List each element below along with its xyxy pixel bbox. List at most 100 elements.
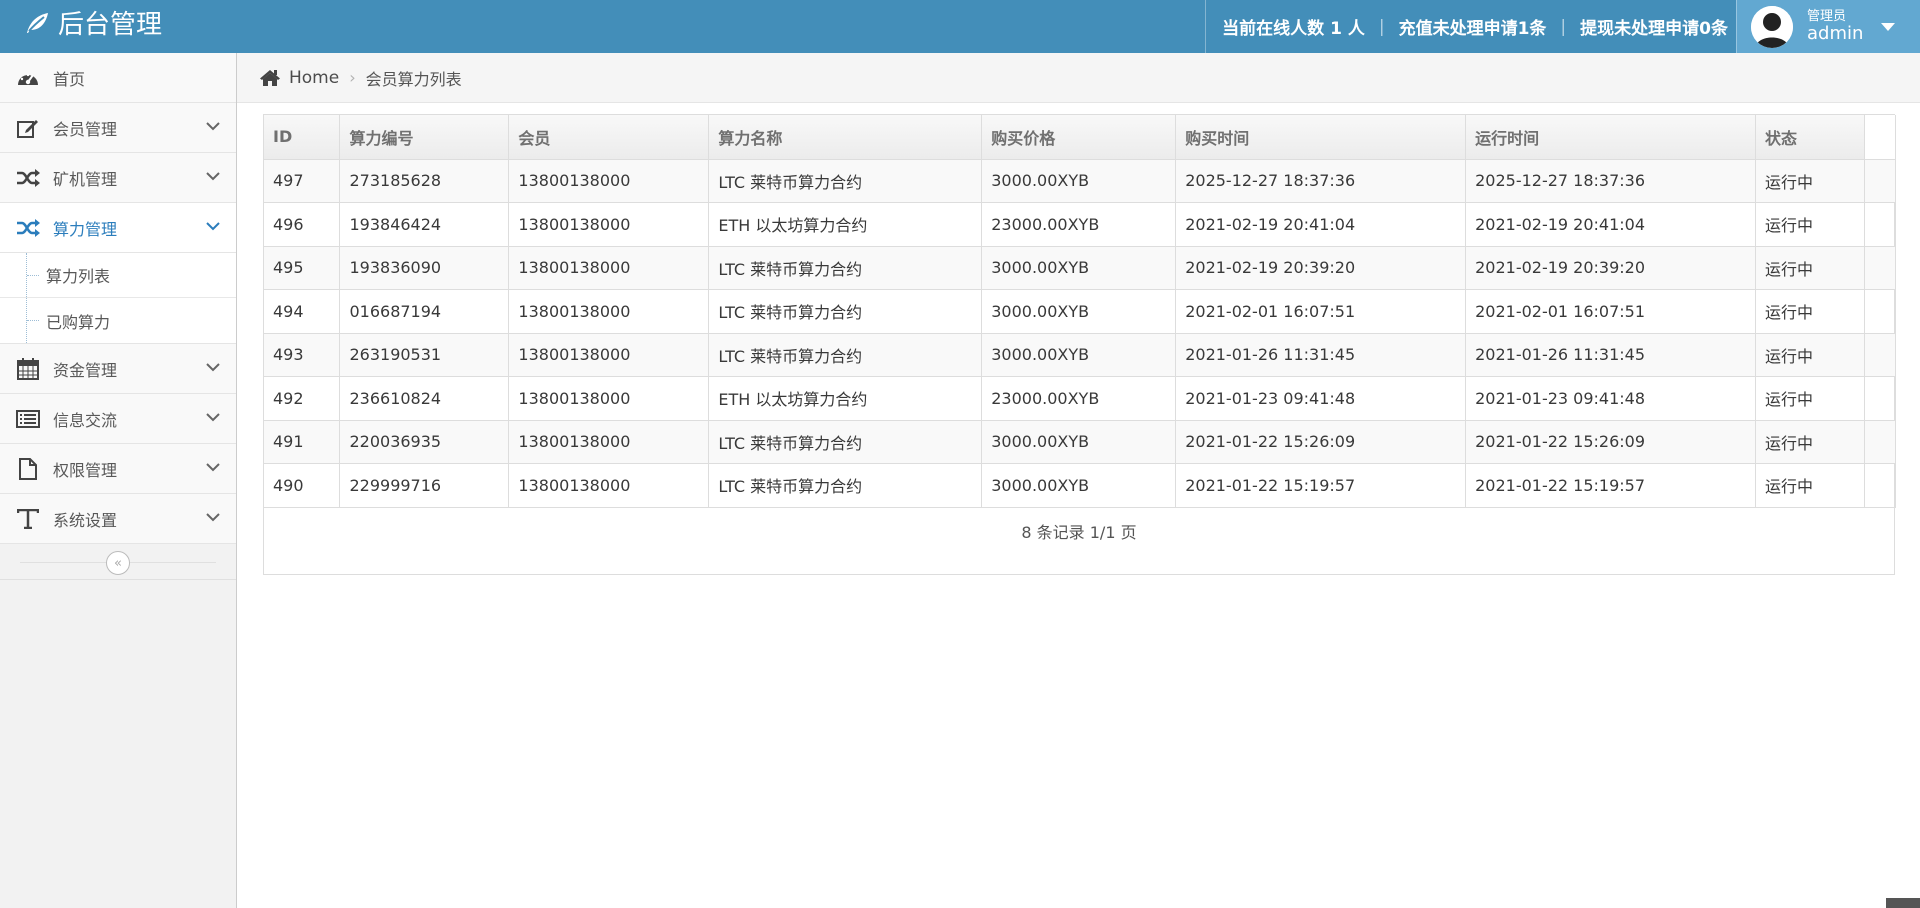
cell-hashrate-no: 263190531 <box>339 332 510 377</box>
table-header-row: ID 算力编号 会员 算力名称 购买价格 购买时间 运行时间 状态 <box>264 115 1897 160</box>
cell-run-time: 2021-02-19 20:41:04 <box>1465 202 1756 247</box>
user-role: 管理员 <box>1807 9 1847 24</box>
user-avatar-icon <box>1751 5 1793 48</box>
column-header-run-time[interactable]: 运行时间 <box>1465 115 1756 160</box>
cell-status: 运行中 <box>1754 245 1865 290</box>
brand[interactable]: 后台管理 <box>24 0 162 45</box>
chevron-down-icon <box>206 513 220 522</box>
cell-member: 13800138000 <box>508 376 710 421</box>
hashrate-table: ID 算力编号 会员 算力名称 购买价格 购买时间 运行时间 状态 497 273… <box>264 115 1897 508</box>
shuffle-icon <box>15 217 41 239</box>
chevron-down-icon <box>206 172 220 181</box>
cell-run-time: 2025-12-27 18:37:36 <box>1465 158 1756 203</box>
cell-run-time: 2021-02-01 16:07:51 <box>1465 289 1756 334</box>
sidebar-item-members[interactable]: 会员管理 <box>0 103 236 153</box>
table-row[interactable]: 492 236610824 13800138000 ETH 以太坊算力合约 23000.… <box>264 376 1897 421</box>
table-row[interactable]: 490 229999716 13800138000 LTC 莱特币算力合约 3000.0… <box>264 463 1897 508</box>
cell-id: 495 <box>264 245 341 290</box>
cell-hashrate-no: 236610824 <box>339 376 510 421</box>
cell-id: 494 <box>264 289 341 334</box>
table-row[interactable]: 497 273185628 13800138000 LTC 莱特币算力合约 3000.0… <box>264 158 1897 203</box>
sidebar-item-home[interactable]: 首页 <box>0 53 236 103</box>
cell-purchase-time: 2021-02-19 20:39:20 <box>1175 245 1467 290</box>
calendar-icon <box>15 357 41 380</box>
chevron-down-icon <box>206 413 220 422</box>
sidebar-item-label: 资金管理 <box>53 360 118 380</box>
cell-status: 运行中 <box>1754 419 1865 464</box>
cell-hashrate-name: LTC 莱特币算力合约 <box>708 332 983 377</box>
avatar <box>1751 5 1793 48</box>
scroll-to-top-button[interactable] <box>1886 898 1920 908</box>
cell-id: 491 <box>264 419 341 464</box>
table-row[interactable]: 491 220036935 13800138000 LTC 莱特币算力合约 3000.0… <box>264 419 1897 464</box>
table-row[interactable]: 495 193836090 13800138000 LTC 莱特币算力合约 3000.0… <box>264 245 1897 290</box>
sidebar-item-permissions[interactable]: 权限管理 <box>0 444 236 494</box>
table-row[interactable]: 496 193846424 13800138000 ETH 以太坊算力合约 23000.… <box>264 202 1897 247</box>
cell-run-time: 2021-01-23 09:41:48 <box>1465 376 1756 421</box>
breadcrumb: Home › 会员算力列表 <box>237 53 1920 103</box>
cell-hashrate-name: ETH 以太坊算力合约 <box>708 202 983 247</box>
sidebar-item-label: 矿机管理 <box>53 169 118 189</box>
cell-hashrate-name: LTC 莱特币算力合约 <box>708 289 983 334</box>
sidebar-item-hashrate[interactable]: 算力管理 <box>0 203 236 253</box>
edit-icon <box>15 117 41 139</box>
column-header-status[interactable]: 状态 <box>1754 115 1865 160</box>
cell-price: 3000.00XYB <box>981 289 1177 334</box>
breadcrumb-home-link[interactable]: Home <box>289 68 339 88</box>
submenu-item-label: 算力列表 <box>46 267 111 286</box>
text-icon <box>15 508 41 530</box>
cell-purchase-time: 2021-02-19 20:41:04 <box>1175 202 1467 247</box>
cell-extra <box>1863 158 1897 203</box>
column-header-id[interactable]: ID <box>264 115 341 160</box>
cell-hashrate-name: LTC 莱特币算力合约 <box>708 463 983 508</box>
cell-extra <box>1863 332 1897 377</box>
sidebar-item-settings[interactable]: 系统设置 <box>0 494 236 544</box>
chevron-right-icon: › <box>349 68 356 87</box>
hashrate-table-panel: ID 算力编号 会员 算力名称 购买价格 购买时间 运行时间 状态 497 273… <box>263 114 1897 575</box>
column-header-purchase-time[interactable]: 购买时间 <box>1175 115 1467 160</box>
sidebar-item-label: 算力管理 <box>53 219 118 239</box>
cell-extra <box>1863 419 1897 464</box>
user-info: 管理员 admin <box>1807 10 1863 43</box>
sidebar: 首页 会员管理 矿机管理 算力管理 算力列表 已购算力 资金管理 信息交流 权限… <box>0 53 237 908</box>
cell-price: 23000.00XYB <box>981 202 1177 247</box>
submenu-item-hashrate-list[interactable]: 算力列表 <box>0 253 236 298</box>
cell-id: 493 <box>264 332 341 377</box>
chevron-down-icon <box>206 122 220 131</box>
cell-hashrate-no: 016687194 <box>339 289 510 334</box>
sidebar-collapse-button[interactable]: « <box>106 551 130 575</box>
submenu-item-purchased-hashrate[interactable]: 已购算力 <box>0 298 236 343</box>
chevron-down-icon <box>206 363 220 372</box>
home-icon <box>260 69 280 86</box>
cell-hashrate-no: 273185628 <box>339 158 510 203</box>
cell-purchase-time: 2021-02-01 16:07:51 <box>1175 289 1467 334</box>
sidebar-collapse-bar: « <box>0 544 236 580</box>
sidebar-item-messages[interactable]: 信息交流 <box>0 394 236 444</box>
cell-purchase-time: 2021-01-22 15:19:57 <box>1175 463 1467 508</box>
cell-extra <box>1863 463 1897 508</box>
column-header-hashrate-name[interactable]: 算力名称 <box>708 115 983 160</box>
hashrate-submenu: 算力列表 已购算力 <box>0 253 236 344</box>
cell-hashrate-name: LTC 莱特币算力合约 <box>708 419 983 464</box>
column-header-extra <box>1863 115 1897 160</box>
nav-stats: 当前在线人数 1 人 | 充值未处理申请1条 | 提现未处理申请0条 <box>1205 0 1736 53</box>
cell-id: 497 <box>264 158 341 203</box>
cell-status: 运行中 <box>1754 332 1865 377</box>
online-users-count[interactable]: 当前在线人数 1 人 <box>1214 14 1373 39</box>
user-menu-toggle[interactable]: 管理员 admin <box>1736 0 1920 53</box>
sidebar-item-miners[interactable]: 矿机管理 <box>0 153 236 203</box>
column-header-hashrate-no[interactable]: 算力编号 <box>339 115 510 160</box>
submenu-item-label: 已购算力 <box>46 312 111 332</box>
cell-member: 13800138000 <box>508 202 710 247</box>
cell-purchase-time: 2025-12-27 18:37:36 <box>1175 158 1467 203</box>
recharge-pending-link[interactable]: 充值未处理申请1条 <box>1391 14 1555 39</box>
column-header-member[interactable]: 会员 <box>508 115 710 160</box>
column-header-price[interactable]: 购买价格 <box>981 115 1177 160</box>
sidebar-item-funds[interactable]: 资金管理 <box>0 344 236 394</box>
withdraw-pending-link[interactable]: 提现未处理申请0条 <box>1572 14 1736 39</box>
table-row[interactable]: 494 016687194 13800138000 LTC 莱特币算力合约 3000.0… <box>264 289 1897 334</box>
cell-price: 3000.00XYB <box>981 463 1177 508</box>
cell-purchase-time: 2021-01-23 09:41:48 <box>1175 376 1467 421</box>
table-row[interactable]: 493 263190531 13800138000 LTC 莱特币算力合约 3000.0… <box>264 332 1897 377</box>
cell-price: 3000.00XYB <box>981 158 1177 203</box>
